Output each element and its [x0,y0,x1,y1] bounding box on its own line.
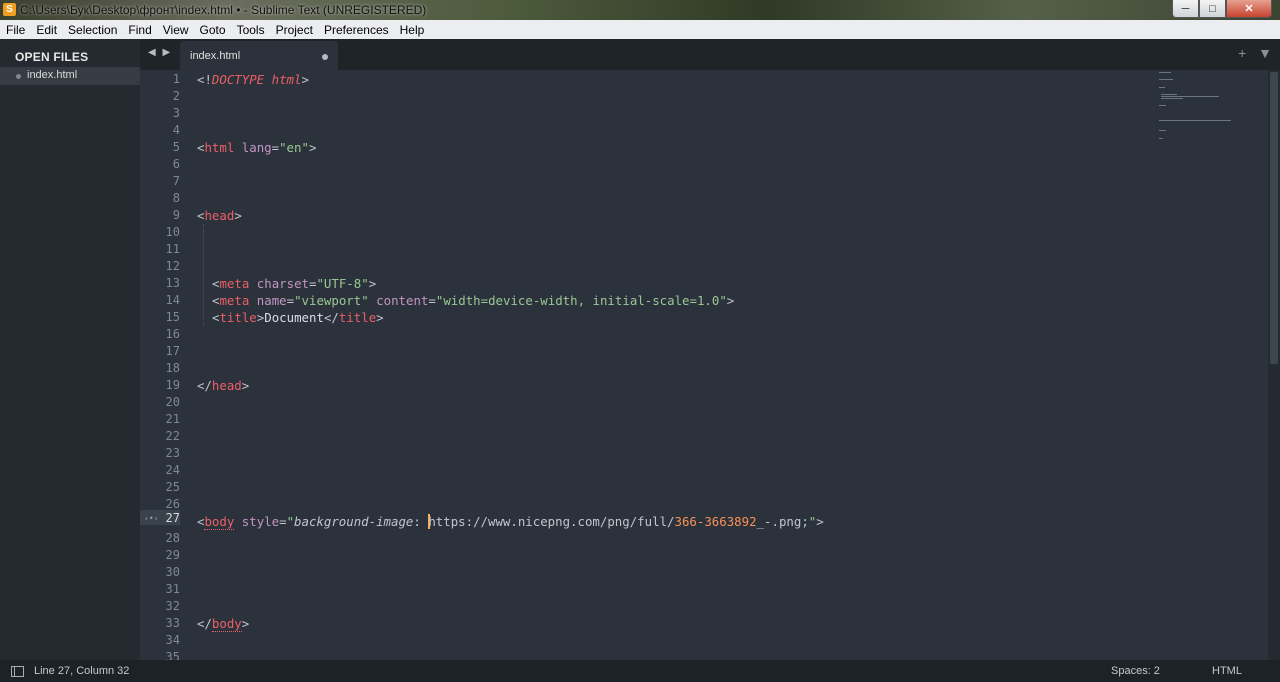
open-files-header: OPEN FILES [15,50,89,64]
active-line-gutter: ‹•› 27 [140,510,180,525]
line-number: 1 [172,72,180,86]
sidebar: OPEN FILES index.html [0,39,140,660]
sidebar-file-label: index.html [27,69,78,81]
minimap-line [1159,79,1173,80]
line-number: 30 [165,565,180,579]
line-number: 9 [172,208,180,222]
line-number: 32 [165,599,180,613]
minimap-line [1161,96,1219,97]
line-number: 7 [172,174,180,188]
menu-help[interactable]: Help [394,23,430,37]
line-number: 22 [165,429,180,443]
line-number: 24 [165,463,180,477]
minimap-line [1161,94,1177,95]
modified-dot-icon[interactable] [322,54,328,60]
code-line-33: </body> [197,616,250,632]
line-number: 33 [165,616,180,630]
line-number: 23 [165,446,180,460]
code-line-13: <meta charset="UTF-8"> [212,276,377,291]
indent-guide [203,224,204,326]
menu-goto[interactable]: Goto [194,23,231,37]
line-number: 34 [165,633,180,647]
maximize-button[interactable]: □ [1199,0,1226,18]
minimap-line [1159,138,1163,139]
line-number: 10 [165,225,180,239]
vertical-scrollbar[interactable] [1268,70,1280,660]
minimap-line [1159,72,1171,73]
line-number: 12 [165,259,180,273]
line-number: 14 [165,293,180,307]
minimize-button[interactable]: ─ [1172,0,1199,18]
line-number: 25 [165,480,180,494]
code-line-14: <meta name="viewport" content="width=dev… [212,293,735,308]
code-line-5: <html lang="en"> [197,140,317,155]
tab-label: index.html [190,50,241,62]
window-controls: ─ □ ✕ [1172,0,1272,18]
line-number: 19 [165,378,180,392]
code-line-15: <title>Document</title> [212,310,384,325]
menu-selection[interactable]: Selection [62,23,122,37]
line-number: 2 [172,89,180,103]
line-number: 31 [165,582,180,596]
tab-bar: ◀ ▶ index.html + ▼ [140,39,1280,70]
menu-preferences[interactable]: Preferences [318,23,394,37]
file-dot-icon [16,74,21,79]
code-editor[interactable]: 1 2 3 4 5 6 7 8 9 10 11 12 13 14 15 16 1… [140,70,1268,660]
sidebar-file-index-html[interactable]: index.html [0,67,140,85]
code-line-1: <!DOCTYPE html> [197,72,309,87]
line-number: 21 [165,412,180,426]
code-line-19: </head> [197,378,250,393]
minimap-line [1159,120,1231,121]
menu-view[interactable]: View [157,23,194,37]
line-number: 18 [165,361,180,375]
code-line-9: <head> [197,208,242,223]
sublime-app-icon: S [3,3,16,16]
tab-nav-arrows-icon[interactable]: ◀ ▶ [148,47,172,58]
scrollbar-thumb[interactable] [1270,72,1278,364]
line-number: 27 [165,511,180,525]
syntax-selector[interactable]: HTML [1212,665,1242,677]
title-bar: S C:\Users\Бук\Desktop\фронт\index.html … [0,0,1280,20]
minimap[interactable] [1155,70,1255,160]
menu-project[interactable]: Project [270,23,318,37]
line-number: 11 [165,242,180,256]
tab-index-html[interactable]: index.html [180,41,338,70]
line-number: 15 [165,310,180,324]
line-number: 3 [172,106,180,120]
menu-find[interactable]: Find [122,23,156,37]
status-bar: Line 27, Column 32 Spaces: 2 HTML [0,660,1280,682]
code-line-27: <body style="background-image: https://w… [197,514,824,530]
line-number: 6 [172,157,180,171]
minimap-line [1159,105,1166,106]
panel-toggle-icon[interactable] [11,666,24,677]
menu-file[interactable]: File [0,23,30,37]
indentation-setting[interactable]: Spaces: 2 [1111,665,1160,677]
minimap-line [1159,87,1165,88]
new-tab-and-menu-icon[interactable]: + ▼ [1238,45,1276,61]
line-number: 16 [165,327,180,341]
line-number: 17 [165,344,180,358]
line-number: 8 [172,191,180,205]
bracket-match-icon: ‹•› [144,514,159,523]
line-number: 35 [165,650,180,660]
line-number: 20 [165,395,180,409]
line-number: 29 [165,548,180,562]
close-button[interactable]: ✕ [1226,0,1272,18]
line-number: 4 [172,123,180,137]
line-number: 13 [165,276,180,290]
minimap-line [1159,130,1166,131]
line-number: 5 [172,140,180,154]
minimap-line [1161,98,1183,99]
menu-edit[interactable]: Edit [30,23,62,37]
menu-tools[interactable]: Tools [231,23,270,37]
cursor-position: Line 27, Column 32 [34,665,130,677]
menu-bar: File Edit Selection Find View Goto Tools… [0,20,1280,39]
line-number: 28 [165,531,180,545]
window-title: C:\Users\Бук\Desktop\фронт\index.html • … [20,3,427,17]
